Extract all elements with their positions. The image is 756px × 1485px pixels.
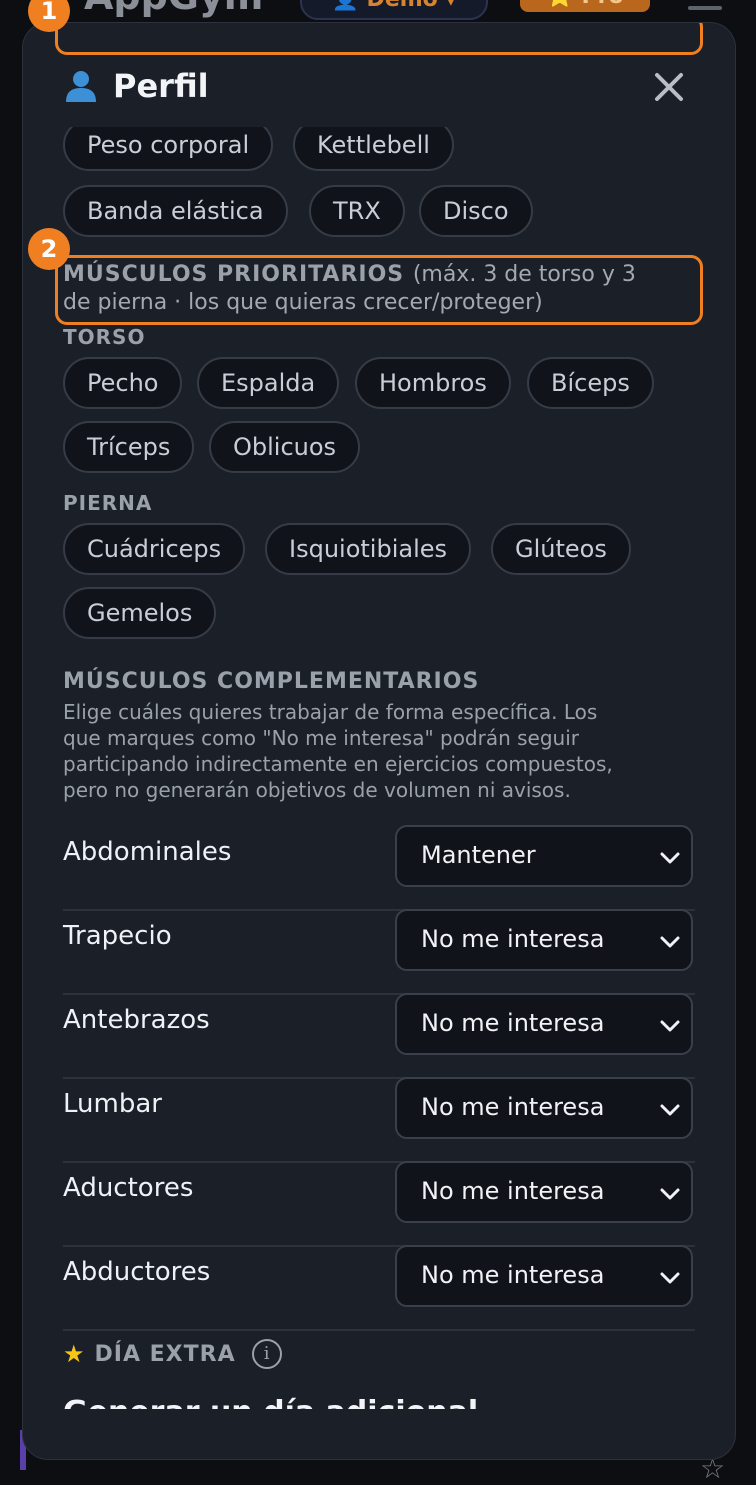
muscle-label: Antebrazos bbox=[63, 1005, 210, 1035]
chip-torso[interactable]: Hombros bbox=[355, 357, 511, 409]
select-value: Mantener bbox=[421, 841, 536, 869]
muscle-interest-select[interactable]: No me interesa bbox=[395, 993, 693, 1055]
chip-torso[interactable]: Oblicuos bbox=[209, 421, 361, 473]
chip-equipment[interactable]: TRX bbox=[309, 185, 405, 237]
torso-label: TORSO bbox=[63, 325, 146, 349]
chip-torso[interactable]: Espalda bbox=[197, 357, 340, 409]
description-line: participando indirectamente en ejercicio… bbox=[63, 752, 613, 776]
profile-modal: Perfil Peso corporal Kettlebell Banda el… bbox=[22, 22, 736, 1460]
muscle-label: Abductores bbox=[63, 1257, 211, 1287]
muscle-interest-select[interactable]: No me interesa bbox=[395, 1245, 693, 1307]
chip-torso[interactable]: Bíceps bbox=[527, 357, 654, 409]
extra-day-subtitle: Generar un día adicional bbox=[63, 1395, 478, 1409]
background-header: AppGym 👤 Demo ▾ ⭐ Pro bbox=[0, 0, 756, 20]
muscle-label: Lumbar bbox=[63, 1089, 162, 1119]
description-line: Elige cuáles quieres trabajar de forma e… bbox=[63, 700, 598, 724]
leg-label: PIERNA bbox=[63, 491, 153, 515]
muscle-interest-select[interactable]: No me interesa bbox=[395, 1161, 693, 1223]
chevron-down-icon bbox=[660, 1188, 680, 1200]
demo-user-button[interactable]: 👤 Demo ▾ bbox=[300, 0, 488, 20]
modal-title: Perfil bbox=[113, 67, 209, 105]
extra-day-heading: ★ DÍA EXTRA i bbox=[63, 1339, 282, 1369]
muscle-row: Antebrazos No me interesa bbox=[63, 993, 695, 1079]
chevron-down-icon bbox=[660, 1020, 680, 1032]
hamburger-menu-icon[interactable] bbox=[688, 6, 722, 10]
chip-equipment[interactable]: Disco bbox=[419, 185, 533, 237]
description-line: que marques como "No me interesa" podrán… bbox=[63, 726, 580, 750]
chevron-down-icon bbox=[660, 1272, 680, 1284]
select-value: No me interesa bbox=[421, 1093, 605, 1121]
chip-leg[interactable]: Glúteos bbox=[491, 523, 631, 575]
select-value: No me interesa bbox=[421, 1009, 605, 1037]
user-icon bbox=[66, 71, 96, 102]
star-icon: ★ bbox=[63, 1340, 85, 1368]
annotation-box-2 bbox=[55, 255, 703, 325]
close-icon[interactable] bbox=[651, 69, 687, 105]
select-value: No me interesa bbox=[421, 925, 605, 953]
chip-leg[interactable]: Gemelos bbox=[63, 587, 217, 639]
chip-leg[interactable]: Isquiotibiales bbox=[265, 523, 472, 575]
annotation-box-1 bbox=[55, 23, 703, 55]
muscle-label: Trapecio bbox=[63, 921, 172, 951]
chevron-down-icon bbox=[660, 936, 680, 948]
complementary-description: Elige cuáles quieres trabajar de forma e… bbox=[63, 699, 703, 803]
app-logo: AppGym bbox=[84, 0, 263, 18]
chevron-down-icon bbox=[660, 1104, 680, 1116]
chip-equipment[interactable]: Peso corporal bbox=[63, 127, 274, 171]
chevron-down-icon bbox=[660, 852, 680, 864]
muscle-row: Abdominales Mantener bbox=[63, 825, 695, 911]
info-icon[interactable]: i bbox=[251, 1339, 282, 1369]
chip-equipment[interactable]: Kettlebell bbox=[293, 127, 454, 171]
chip-equipment[interactable]: Banda elástica bbox=[63, 185, 288, 237]
muscle-interest-select[interactable]: No me interesa bbox=[395, 1077, 693, 1139]
select-value: No me interesa bbox=[421, 1177, 605, 1205]
muscle-label: Aductores bbox=[63, 1173, 194, 1203]
muscle-row: Abductores No me interesa bbox=[63, 1245, 695, 1331]
select-value: No me interesa bbox=[421, 1261, 605, 1289]
muscle-row: Trapecio No me interesa bbox=[63, 909, 695, 995]
annotation-badge-2: 2 bbox=[28, 228, 70, 270]
modal-header: Perfil bbox=[63, 67, 209, 105]
muscle-row: Lumbar No me interesa bbox=[63, 1077, 695, 1163]
muscle-interest-select[interactable]: No me interesa bbox=[395, 909, 693, 971]
complementary-muscles-heading: MÚSCULOS COMPLEMENTARIOS bbox=[63, 669, 480, 694]
muscle-row: Aductores No me interesa bbox=[63, 1161, 695, 1247]
chip-torso[interactable]: Tríceps bbox=[63, 421, 195, 473]
chip-leg[interactable]: Cuádriceps bbox=[63, 523, 246, 575]
extra-day-title: DÍA EXTRA bbox=[94, 1341, 236, 1367]
pro-button[interactable]: ⭐ Pro bbox=[520, 0, 650, 12]
muscle-interest-select[interactable]: Mantener bbox=[395, 825, 693, 887]
muscle-label: Abdominales bbox=[63, 837, 232, 867]
description-line: pero no generarán objetivos de volumen n… bbox=[63, 778, 571, 802]
chip-torso[interactable]: Pecho bbox=[63, 357, 183, 409]
